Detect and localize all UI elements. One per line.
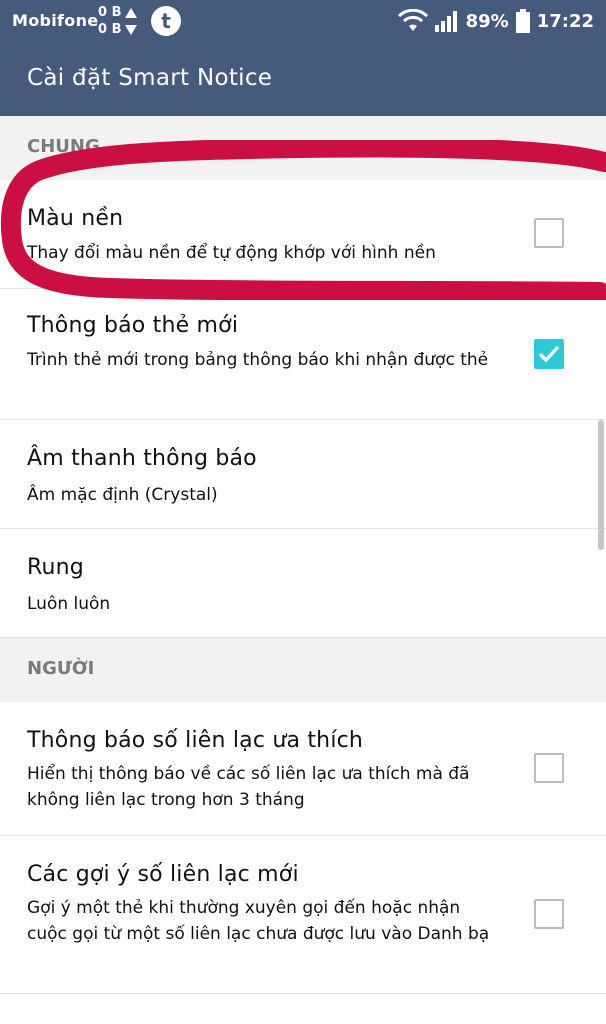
clock: 17:22 [536, 10, 594, 32]
cell-signal-icon [434, 11, 457, 32]
carrier-name: Mobifone [12, 11, 99, 30]
setting-title: Các gợi ý số liên lạc mới [27, 862, 299, 887]
new-card-notice-checkbox[interactable] [534, 339, 564, 369]
section-people: NGƯỜI [0, 638, 606, 702]
new-contact-suggestions-checkbox[interactable] [534, 899, 564, 929]
setting-subtitle: Trình thẻ mới trong bảng thông báo khi n… [27, 350, 489, 370]
wifi-icon [397, 9, 428, 31]
setting-favorite-contacts[interactable]: Thông báo số liên lạc ưa thích Hiển thị … [0, 702, 606, 836]
setting-vibrate[interactable]: Rung Luôn luôn [0, 529, 606, 638]
background-color-checkbox[interactable] [534, 218, 564, 248]
setting-title: Rung [27, 555, 84, 580]
app-notification-icon: t [151, 6, 181, 36]
setting-subtitle: Luôn luôn [27, 594, 111, 614]
setting-subtitle: Âm mặc định (Crystal) [27, 485, 218, 505]
setting-subtitle: Thay đổi màu nền để tự động khớp với hìn… [27, 243, 436, 263]
section-general: CHUNG [0, 116, 606, 180]
setting-subtitle: Hiển thị thông báo về các số liên lạc ưa… [27, 764, 470, 810]
checkmark-icon [538, 345, 560, 363]
setting-new-card-notice[interactable]: Thông báo thẻ mới Trình thẻ mới trong bả… [0, 289, 606, 420]
setting-title: Âm thanh thông báo [27, 446, 257, 471]
scrollbar[interactable] [598, 420, 604, 550]
favorite-contacts-checkbox[interactable] [534, 753, 564, 783]
settings-list[interactable]: CHUNG Màu nền Thay đổi màu nền để tự độn… [0, 116, 606, 1024]
app-bar: Cài đặt Smart Notice [0, 44, 606, 116]
battery-icon [515, 9, 530, 33]
upload-amount: 0 B [98, 5, 122, 20]
setting-title: Thông báo số liên lạc ưa thích [27, 728, 364, 753]
setting-title: Màu nền [27, 206, 124, 231]
network-traffic: 0 B 0 B [98, 4, 138, 38]
setting-subtitle: Gợi ý một thẻ khi thường xuyên gọi đến h… [27, 898, 490, 944]
page-title: Cài đặt Smart Notice [27, 65, 273, 91]
setting-new-contact-suggestions[interactable]: Các gợi ý số liên lạc mới Gợi ý một thẻ … [0, 836, 606, 994]
battery-percent: 89% [465, 10, 509, 32]
section-header-people: NGƯỜI [27, 658, 95, 679]
setting-background-color[interactable]: Màu nền Thay đổi màu nền để tự động khớp… [0, 180, 606, 289]
setting-notification-sound[interactable]: Âm thanh thông báo Âm mặc định (Crystal) [0, 420, 606, 529]
upload-arrow-icon [125, 7, 138, 18]
download-arrow-icon [125, 24, 138, 35]
status-bar: Mobifone 0 B 0 B t 89% 17:22 [0, 0, 606, 44]
setting-next-partial[interactable] [0, 994, 606, 1024]
setting-title: Thông báo thẻ mới [27, 313, 239, 338]
section-header-general: CHUNG [27, 136, 100, 157]
download-amount: 0 B [98, 22, 122, 37]
